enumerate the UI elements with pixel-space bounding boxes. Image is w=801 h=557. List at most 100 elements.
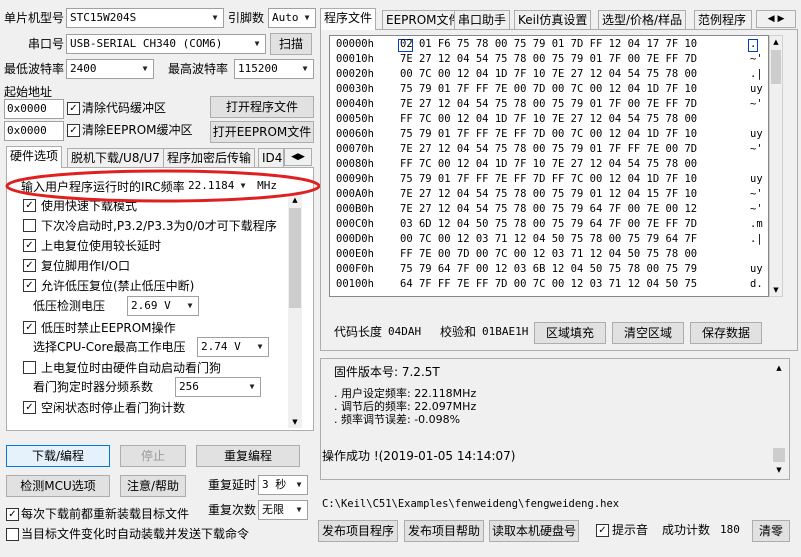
scroll-up-icon[interactable]: ▲ [770,36,782,48]
log-scrollbar[interactable]: ▲ ▼ [772,362,786,476]
chevron-right-icon[interactable]: ▶ [298,152,305,162]
notes-help-button[interactable]: 注意/帮助 [120,475,186,497]
clear-region-button[interactable]: 清空区域 [612,322,684,344]
tab-offline-download[interactable]: 脱机下载/U8/U7 [67,148,164,168]
success-count-value: 180 [720,523,740,536]
hex-ascii: ~' [750,143,763,155]
detect-mcu-button[interactable]: 检测MCU选项 [6,475,110,497]
hex-row: 00050h FF 7C 00 12 04 1D 7F 10 7E 27 12 0… [336,113,697,126]
hex-bytes[interactable]: FF 7E 00 7D 00 7C 00 12 03 71 12 04 50 7… [400,248,697,261]
hex-scrollbar[interactable]: ▲ ▼ [769,35,783,297]
repeat-count-select[interactable]: 无限 ▼ [258,500,308,520]
publish-program-button[interactable]: 发布项目程序 [318,520,398,542]
tab-encrypted-transfer[interactable]: 程序加密后传输 [163,148,256,168]
hex-bytes[interactable]: 02 01 F6 75 78 00 75 79 01 7D FF 12 04 1… [400,38,697,51]
code-length-label: 代码长度 [334,325,383,339]
min-baud-select[interactable]: 2400 ▼ [66,59,154,79]
tab-keil-emulation[interactable]: Keil仿真设置 [514,10,592,30]
hw-watchdog-checkbox[interactable] [23,361,36,374]
tab-selection-price[interactable]: 选型/价格/样品 [598,10,687,30]
open-program-file-button[interactable]: 打开程序文件 [210,96,314,118]
tab-id[interactable]: ID4 [258,148,284,168]
hex-bytes[interactable]: 00 7C 00 12 04 1D 7F 10 7E 27 12 04 54 7… [400,68,697,81]
hex-bytes[interactable]: 75 79 01 7F FF 7E 00 7D 00 7C 00 12 04 1… [400,83,697,96]
hex-bytes[interactable]: 7E 27 12 04 54 75 78 00 75 79 64 7F 00 7… [400,203,697,216]
low-voltage-select[interactable]: 2.69 V ▼ [127,296,199,316]
save-data-button[interactable]: 保存数据 [690,322,762,344]
fill-region-button[interactable]: 区域填充 [534,322,606,344]
low-voltage-reset-checkbox[interactable]: ✓ [23,279,36,292]
repeat-delay-select[interactable]: 3 秒 ▼ [258,475,308,495]
right-tab-scroll[interactable]: ◀ ▶ [756,10,796,28]
tab-serial-assistant[interactable]: 串口助手 [454,10,511,30]
options-scrollbar[interactable]: ▲ ▼ [288,194,302,428]
pins-select[interactable]: Auto ▼ [268,8,316,28]
hex-bytes[interactable]: 7E 27 12 04 54 75 78 00 75 79 01 7F 00 7… [400,53,697,66]
idle-stop-wdt-checkbox[interactable]: ✓ [23,401,36,414]
scan-button[interactable]: 扫描 [270,33,312,55]
port-label: 串口号 [28,37,65,51]
tab-eeprom-file[interactable]: EEPROM文件 [382,10,465,30]
publish-help-button[interactable]: 发布项目帮助 [404,520,484,542]
clear-eeprom-checkbox[interactable]: ✓ [67,124,80,137]
beep-checkbox[interactable]: ✓ [596,524,609,537]
port-select[interactable]: USB-SERIAL CH340 (COM6) ▼ [66,34,266,54]
eeprom-address-input[interactable]: 0x0000 [4,121,64,141]
hex-address: 00030h [336,83,374,95]
scroll-down-icon[interactable]: ▼ [288,416,302,428]
hex-bytes[interactable]: 7E 27 12 04 54 75 78 00 75 79 01 12 04 1… [400,188,697,201]
download-program-button[interactable]: 下载/编程 [6,445,110,467]
scroll-down-icon[interactable]: ▼ [772,464,786,476]
repeat-program-button[interactable]: 重复编程 [196,445,300,467]
chevron-right-icon[interactable]: ▶ [777,14,784,24]
hex-bytes[interactable]: 75 79 01 7F FF 7E FF 7D 00 7C 00 12 04 1… [400,128,697,141]
reset-pin-io-checkbox[interactable]: ✓ [23,259,36,272]
option-label: 下次冷启动时,P3.2/P3.3为0/0才可下载程序 [41,219,277,233]
cpu-voltage-select[interactable]: 2.74 V ▼ [197,337,269,357]
reset-count-button[interactable]: 清零 [752,520,790,542]
max-baud-select[interactable]: 115200 ▼ [234,59,314,79]
hex-bytes[interactable]: 00 7C 00 12 03 71 12 04 50 75 78 00 75 7… [400,233,697,246]
read-disk-id-button[interactable]: 读取本机硬盘号 [489,520,579,542]
chevron-down-icon: ▼ [187,301,193,310]
hex-bytes[interactable]: 7E 27 12 04 54 75 78 00 75 79 01 7F 00 7… [400,98,697,111]
scroll-down-icon[interactable]: ▼ [770,284,782,296]
wdt-divider-label: 看门狗定时器分频系数 [33,380,154,394]
chevron-left-icon[interactable]: ◀ [768,14,775,24]
hex-address: 00080h [336,158,374,170]
auto-reload-checkbox[interactable] [6,528,19,541]
hex-bytes[interactable]: 7E 27 12 04 54 75 78 00 75 79 01 7F FF 7… [400,143,697,156]
option-label: 空闲状态时停止看门狗计数 [41,401,186,415]
chevron-left-icon[interactable]: ◀ [291,152,298,162]
clear-code-checkbox[interactable]: ✓ [67,102,80,115]
lv-disable-eeprom-checkbox[interactable]: ✓ [23,321,36,334]
scroll-thumb[interactable] [771,50,781,84]
long-reset-delay-checkbox[interactable]: ✓ [23,239,36,252]
hex-bytes[interactable]: 64 7F FF 7E FF 7D 00 7C 00 12 03 71 12 0… [400,278,697,291]
scroll-up-icon[interactable]: ▲ [772,362,786,374]
wdt-divider-select[interactable]: 256 ▼ [175,377,261,397]
stop-button[interactable]: 停止 [120,445,186,467]
hex-bytes[interactable]: 75 79 64 7F 00 12 03 6B 12 04 50 75 78 0… [400,263,697,276]
hex-bytes[interactable]: 03 6D 12 04 50 75 78 00 75 79 64 7F 00 7… [400,218,697,231]
hex-address: 00060h [336,128,374,140]
hex-bytes[interactable]: FF 7C 00 12 04 1D 7F 10 7E 27 12 04 54 7… [400,158,697,171]
tab-hardware-options[interactable]: 硬件选项 [6,146,63,168]
reload-each-download-checkbox[interactable]: ✓ [6,508,19,521]
tab-program-file[interactable]: 程序文件 [320,8,377,30]
tab-scroll-arrows[interactable]: ◀▶ [284,148,312,166]
mcu-select[interactable]: STC15W204S ▼ [66,8,224,28]
hex-bytes[interactable]: FF 7C 00 12 04 1D 7F 10 7E 27 12 04 54 7… [400,113,697,126]
scroll-thumb[interactable] [289,208,301,308]
code-address-input[interactable]: 0x0000 [4,99,64,119]
hex-address: 00090h [336,173,374,185]
cold-boot-checkbox[interactable] [23,219,36,232]
hex-address: 00010h [336,53,374,65]
hex-bytes[interactable]: 75 79 01 7F FF 7E FF 7D FF 7C 00 12 04 1… [400,173,697,186]
hex-address: 00100h [336,278,374,290]
scroll-thumb[interactable] [773,448,785,462]
pins-label: 引脚数 [228,11,265,25]
hex-address: 00070h [336,143,374,155]
open-eeprom-file-button[interactable]: 打开EEPROM文件 [210,121,314,143]
tab-examples[interactable]: 范例程序 [694,10,752,30]
